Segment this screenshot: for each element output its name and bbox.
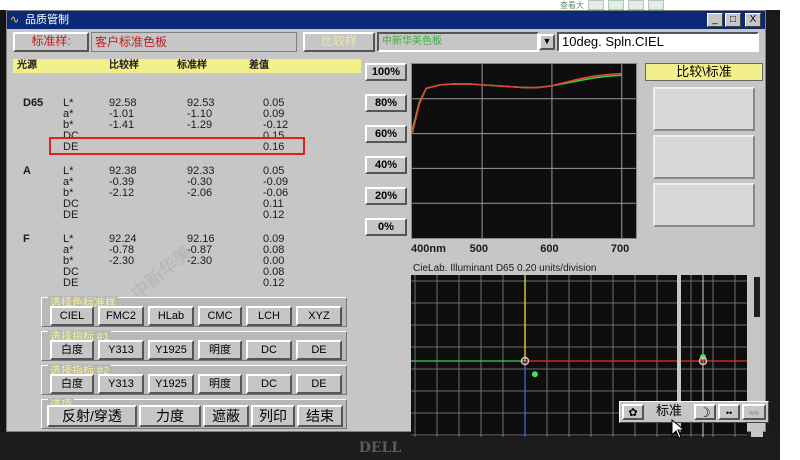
percent-button[interactable]: 80% [365,94,407,112]
spectrum-x-tick: 700 [610,243,630,255]
header-difference: 差值 [249,60,269,71]
index2-button[interactable]: DE [296,374,342,394]
reflectance-chart [411,63,637,239]
index1-button[interactable]: 明度 [198,340,242,360]
index2-button[interactable]: Y313 [98,374,144,394]
index1-button[interactable]: 白度 [50,340,94,360]
index2-group: 选择指标 #2 白度 Y313 Y1925 明度 DC DE [41,364,347,395]
percent-button[interactable]: 100% [365,63,407,81]
app-window: ∿ 品质管制 _ □ X 标准样: 客户标准色板 比较样 中新华美色板 ▼ 10… [6,10,769,439]
standard-value: -1.29 [187,119,213,131]
header-standard: 标准样 [177,60,207,71]
color-space-button[interactable]: LCH [246,306,292,326]
minimize-button[interactable]: _ [707,13,723,27]
standard-value: -2.06 [187,187,213,199]
illuminant-label: A [23,165,31,177]
index2-button[interactable]: 明度 [198,374,242,394]
option-button[interactable]: 反射/穿透 [47,405,137,427]
row-label: DE [63,209,79,221]
color-space-button[interactable]: CMC [198,306,242,326]
compare-swatch-2 [653,135,755,179]
dropdown-arrow-icon[interactable]: ▼ [539,34,555,50]
percent-button[interactable]: 20% [365,187,407,205]
spectrum-x-tick: 500 [469,243,488,255]
browser-toolbar-icon[interactable] [628,0,644,10]
illuminant-label: D65 [23,97,44,109]
standard-toolbar: ✿ 标准 ☽ •• ≈≈ [619,401,769,423]
spectrum-series-line [412,72,622,134]
sample-value: -2.12 [109,187,135,199]
observer-select[interactable]: 10deg. Spln.CIEL [557,32,759,52]
palette-icon[interactable]: ✿ [622,404,644,420]
difference-value: 0.12 [263,277,285,289]
option-button[interactable]: 结束 [297,405,343,427]
wave-icon[interactable]: ≈≈ [742,404,766,420]
illuminant-label: F [23,233,30,245]
window-title: 品质管制 [25,14,69,26]
app-icon: ∿ [10,14,20,26]
mouse-cursor-icon [671,419,686,439]
option-button[interactable]: 列印 [251,405,295,427]
sample-point [531,371,538,378]
header-sample: 比较样 [109,60,139,71]
compare-swatch-1 [653,87,755,131]
index1-button[interactable]: Y313 [98,340,144,360]
dots-icon[interactable]: •• [718,404,740,420]
toolbar: 标准样: 客户标准色板 比较样 中新华美色板 ▼ 10deg. Spln.CIE… [7,31,765,55]
index1-button[interactable]: Y1925 [148,340,194,360]
index2-button[interactable]: DC [246,374,292,394]
compare-swatch-3 [653,183,755,227]
color-space-button[interactable]: XYZ [296,306,342,326]
index1-button[interactable]: DE [296,340,342,360]
compare-sample-label[interactable]: 比较样 [303,32,375,52]
row-label: DE [63,277,79,289]
maximize-button[interactable]: □ [725,13,741,27]
color-space-button[interactable]: CIEL [50,306,94,326]
percent-button[interactable]: 0% [365,218,407,236]
compare-panel-title: 比较\标准 [645,63,763,81]
monitor-bezel-right [766,10,780,450]
close-button[interactable]: X [745,13,761,27]
color-space-button[interactable]: HLab [148,306,194,326]
sample-value: -1.41 [109,119,135,131]
index2-button[interactable]: 白度 [50,374,94,394]
sample-value: -2.30 [109,255,135,267]
header-illuminant: 光源 [17,60,37,71]
moon-icon[interactable]: ☽ [694,404,716,420]
spectrum-x-tick: 400nm [411,243,446,255]
spectrum-series-line [412,74,622,131]
index1-button[interactable]: DC [246,340,292,360]
index1-group: 选择指标 #1 白度 Y313 Y1925 明度 DC DE [41,330,347,361]
option-button[interactable]: 力度 [139,405,201,427]
cielab-label: CieLab. Illuminant D65 0.20 units/divisi… [413,263,597,274]
scroll-thumb[interactable] [754,277,760,317]
browser-toolbar-icon[interactable] [608,0,624,10]
spectrum-x-tick: 600 [540,243,559,255]
difference-value: 0.12 [263,209,285,221]
browser-toolbar: 查看大 [560,0,800,10]
standard-sample-label[interactable]: 标准样: [13,32,89,52]
option-button[interactable]: 遮蔽 [203,405,249,427]
de-highlight-box [49,137,305,155]
standard-sample-field[interactable]: 客户标准色板 [91,32,297,52]
compare-panel: 比较\标准 [645,63,763,237]
percent-button[interactable]: 60% [365,125,407,143]
standard-label[interactable]: 标准 [646,404,692,420]
browser-toolbar-label: 查看大 [560,1,584,10]
percent-button[interactable]: 40% [365,156,407,174]
color-space-button[interactable]: FMC2 [98,306,144,326]
standard-select-group: 选择色标准样 CIEL FMC2 HLab CMC LCH XYZ [41,296,347,327]
monitor-brand-logo: DELL [358,440,402,456]
browser-toolbar-icon[interactable] [588,0,604,10]
index2-button[interactable]: Y1925 [148,374,194,394]
title-bar: ∿ 品质管制 _ □ X [7,11,765,29]
browser-toolbar-icon[interactable] [648,0,664,10]
compare-sample-field[interactable]: 中新华美色板 [377,32,539,52]
